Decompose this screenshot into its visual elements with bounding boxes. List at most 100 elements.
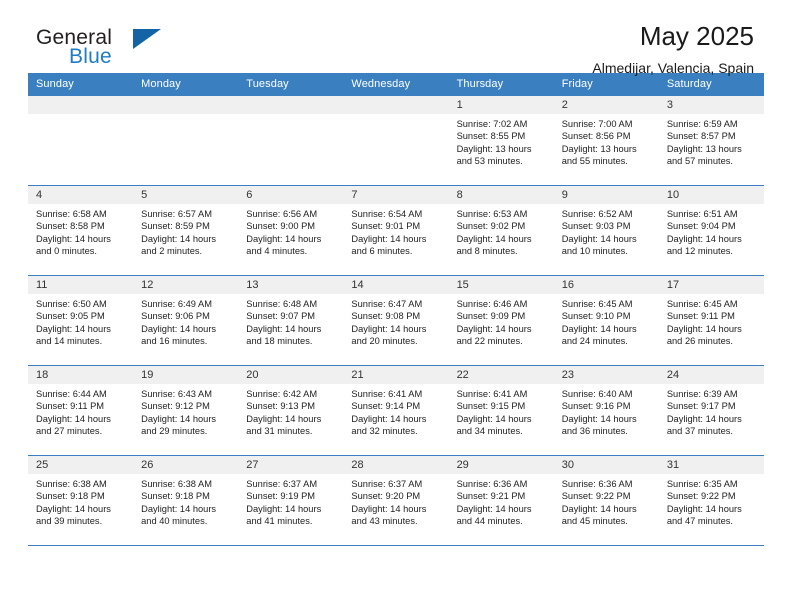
sunset-time: Sunset: 9:10 PM — [561, 311, 631, 322]
day-cell-inner: 12 Sunrise: 6:49 AM Sunset: 9:06 PM Dayligh… — [133, 276, 239, 365]
day-number — [343, 96, 449, 114]
calendar-day-cell[interactable]: 19 Sunrise: 6:43 AM Sunset: 9:12 PM Dayligh… — [133, 365, 239, 456]
sunrise-time: Sunrise: 6:41 AM — [456, 389, 528, 399]
calendar-day-cell[interactable]: 29 Sunrise: 6:36 AM Sunset: 9:21 PM Dayligh… — [448, 455, 554, 546]
day-details: Sunrise: 6:39 AM Sunset: 9:17 PM Daylight:… — [659, 384, 764, 438]
calendar-day-cell[interactable]: 9 Sunrise: 6:52 AM Sunset: 9:03 PM Daylight… — [553, 185, 659, 276]
daylight-duration-line1: Daylight: 14 hours — [561, 503, 637, 514]
calendar-day-cell[interactable]: 24 Sunrise: 6:39 AM Sunset: 9:17 PM Dayligh… — [658, 365, 764, 456]
day-number: 31 — [658, 456, 764, 474]
day-cell-inner — [133, 96, 239, 185]
day-details: Sunrise: 6:35 AM Sunset: 9:22 PM Daylight:… — [659, 474, 764, 528]
day-number: 23 — [553, 366, 659, 384]
day-cell-inner: 9 Sunrise: 6:52 AM Sunset: 9:03 PM Daylight… — [553, 186, 659, 275]
day-number: 2 — [553, 96, 659, 114]
day-number: 12 — [133, 276, 239, 294]
sunset-time: Sunset: 9:07 PM — [246, 311, 316, 322]
calendar-day-cell[interactable]: 6 Sunrise: 6:56 AM Sunset: 9:00 PM Daylight… — [238, 185, 344, 276]
daylight-duration-line2: and 43 minutes. — [351, 516, 418, 527]
day-cell-inner: 7 Sunrise: 6:54 AM Sunset: 9:01 PM Daylight… — [343, 186, 449, 275]
daylight-duration-line2: and 40 minutes. — [141, 516, 208, 527]
daylight-duration-line1: Daylight: 14 hours — [141, 233, 217, 244]
sunset-time: Sunset: 9:00 PM — [246, 221, 316, 232]
day-cell-inner: 2 Sunrise: 7:00 AM Sunset: 8:56 PM Daylight… — [553, 96, 659, 185]
daylight-duration-line2: and 39 minutes. — [36, 516, 103, 527]
calendar-day-cell[interactable]: 1 Sunrise: 7:02 AM Sunset: 8:55 PM Daylight… — [448, 95, 554, 186]
sunrise-time: Sunrise: 6:50 AM — [36, 299, 107, 309]
calendar-day-cell[interactable]: 16 Sunrise: 6:45 AM Sunset: 9:10 PM Dayligh… — [553, 275, 659, 366]
daylight-duration-line1: Daylight: 14 hours — [36, 233, 111, 244]
calendar-day-cell[interactable]: 15 Sunrise: 6:46 AM Sunset: 9:09 PM Dayligh… — [448, 275, 554, 366]
sunset-time: Sunset: 9:06 PM — [141, 311, 210, 322]
daylight-duration-line2: and 27 minutes. — [36, 426, 103, 437]
calendar-day-cell[interactable]: 27 Sunrise: 6:37 AM Sunset: 9:19 PM Dayligh… — [238, 455, 344, 546]
day-cell-inner: 10 Sunrise: 6:51 AM Sunset: 9:04 PM Dayligh… — [658, 186, 764, 275]
brand-name-blue: Blue — [69, 45, 112, 68]
day-number: 10 — [658, 186, 764, 204]
sunrise-time: Sunrise: 7:02 AM — [456, 119, 528, 129]
calendar-day-cell[interactable]: 25 Sunrise: 6:38 AM Sunset: 9:18 PM Dayligh… — [28, 455, 134, 546]
calendar-day-cell[interactable]: 17 Sunrise: 6:45 AM Sunset: 9:11 PM Dayligh… — [658, 275, 764, 366]
calendar-day-cell[interactable]: 30 Sunrise: 6:36 AM Sunset: 9:22 PM Dayligh… — [553, 455, 659, 546]
calendar-day-cell[interactable]: 3 Sunrise: 6:59 AM Sunset: 8:57 PM Daylight… — [658, 95, 764, 186]
calendar-day-cell[interactable]: 5 Sunrise: 6:57 AM Sunset: 8:59 PM Daylight… — [133, 185, 239, 276]
daylight-duration-line2: and 44 minutes. — [456, 516, 523, 527]
calendar-day-cell[interactable]: 12 Sunrise: 6:49 AM Sunset: 9:06 PM Dayligh… — [133, 275, 239, 366]
calendar-day-cell[interactable]: 26 Sunrise: 6:38 AM Sunset: 9:18 PM Dayligh… — [133, 455, 239, 546]
sunset-time: Sunset: 9:17 PM — [666, 401, 736, 412]
daylight-duration-line1: Daylight: 14 hours — [351, 413, 427, 424]
day-details: Sunrise: 6:38 AM Sunset: 9:18 PM Daylight:… — [133, 474, 238, 528]
calendar-day-cell[interactable]: 28 Sunrise: 6:37 AM Sunset: 9:20 PM Dayligh… — [343, 455, 449, 546]
day-details: Sunrise: 6:58 AM Sunset: 8:58 PM Daylight:… — [28, 204, 133, 258]
sunrise-time: Sunrise: 6:45 AM — [561, 299, 633, 309]
weekday-header-wednesday: Wednesday — [343, 73, 449, 96]
calendar-day-cell[interactable]: 13 Sunrise: 6:48 AM Sunset: 9:07 PM Dayligh… — [238, 275, 344, 366]
calendar-day-cell[interactable]: 23 Sunrise: 6:40 AM Sunset: 9:16 PM Dayligh… — [553, 365, 659, 456]
sunset-time: Sunset: 9:16 PM — [561, 401, 631, 412]
calendar-day-cell[interactable]: 2 Sunrise: 7:00 AM Sunset: 8:56 PM Daylight… — [553, 95, 659, 186]
calendar-week-row: 25 Sunrise: 6:38 AM Sunset: 9:18 PM Dayligh… — [28, 455, 764, 546]
daylight-duration-line1: Daylight: 14 hours — [456, 503, 532, 514]
calendar-week-row: 11 Sunrise: 6:50 AM Sunset: 9:05 PM Dayligh… — [28, 275, 764, 366]
brand-logo[interactable]: General Blue — [36, 26, 216, 74]
page-subtitle: Almedijar, Valencia, Spain — [592, 59, 754, 76]
sunrise-time: Sunrise: 6:38 AM — [36, 479, 107, 489]
calendar-day-cell[interactable]: 21 Sunrise: 6:41 AM Sunset: 9:14 PM Dayligh… — [343, 365, 449, 456]
day-cell-inner: 31 Sunrise: 6:35 AM Sunset: 9:22 PM Dayligh… — [658, 456, 764, 545]
daylight-duration-line2: and 57 minutes. — [666, 156, 733, 167]
day-details: Sunrise: 6:51 AM Sunset: 9:04 PM Daylight:… — [659, 204, 764, 258]
sunset-time: Sunset: 9:11 PM — [666, 311, 735, 322]
day-details: Sunrise: 6:47 AM Sunset: 9:08 PM Daylight:… — [343, 294, 448, 348]
sunrise-time: Sunrise: 6:43 AM — [141, 389, 212, 399]
calendar-day-cell[interactable]: 7 Sunrise: 6:54 AM Sunset: 9:01 PM Daylight… — [343, 185, 449, 276]
daylight-duration-line2: and 24 minutes. — [561, 336, 628, 347]
daylight-duration-line1: Daylight: 14 hours — [666, 233, 742, 244]
daylight-duration-line2: and 10 minutes. — [561, 246, 628, 257]
calendar-day-cell[interactable]: 10 Sunrise: 6:51 AM Sunset: 9:04 PM Dayligh… — [658, 185, 764, 276]
calendar-day-cell[interactable]: 31 Sunrise: 6:35 AM Sunset: 9:22 PM Dayligh… — [658, 455, 764, 546]
day-number: 22 — [448, 366, 554, 384]
day-details: Sunrise: 6:41 AM Sunset: 9:15 PM Daylight:… — [449, 384, 554, 438]
sunrise-time: Sunrise: 6:38 AM — [141, 479, 212, 489]
blue-triangle-logo-icon — [133, 29, 161, 49]
calendar-day-cell[interactable]: 8 Sunrise: 6:53 AM Sunset: 9:02 PM Daylight… — [448, 185, 554, 276]
calendar-week-row: 4 Sunrise: 6:58 AM Sunset: 8:58 PM Daylight… — [28, 185, 764, 276]
daylight-duration-line2: and 16 minutes. — [141, 336, 208, 347]
sunrise-time: Sunrise: 6:49 AM — [141, 299, 212, 309]
page-title: May 2025 — [639, 21, 754, 51]
daylight-duration-line1: Daylight: 14 hours — [351, 323, 427, 334]
daylight-duration-line2: and 34 minutes. — [456, 426, 523, 437]
calendar-day-cell[interactable]: 11 Sunrise: 6:50 AM Sunset: 9:05 PM Dayligh… — [28, 275, 134, 366]
day-details: Sunrise: 6:59 AM Sunset: 8:57 PM Daylight:… — [659, 114, 764, 168]
daylight-duration-line1: Daylight: 14 hours — [561, 233, 637, 244]
calendar-day-cell[interactable]: 18 Sunrise: 6:44 AM Sunset: 9:11 PM Dayligh… — [28, 365, 134, 456]
sunrise-time: Sunrise: 6:35 AM — [666, 479, 738, 489]
calendar-day-cell[interactable]: 4 Sunrise: 6:58 AM Sunset: 8:58 PM Daylight… — [28, 185, 134, 276]
sunset-time: Sunset: 9:19 PM — [246, 491, 316, 502]
calendar-day-cell[interactable]: 14 Sunrise: 6:47 AM Sunset: 9:08 PM Dayligh… — [343, 275, 449, 366]
weekday-header-tuesday: Tuesday — [238, 73, 344, 96]
calendar-day-cell[interactable]: 20 Sunrise: 6:42 AM Sunset: 9:13 PM Dayligh… — [238, 365, 344, 456]
sunset-time: Sunset: 9:12 PM — [141, 401, 210, 412]
calendar-day-cell[interactable]: 22 Sunrise: 6:41 AM Sunset: 9:15 PM Dayligh… — [448, 365, 554, 456]
day-number: 14 — [343, 276, 449, 294]
